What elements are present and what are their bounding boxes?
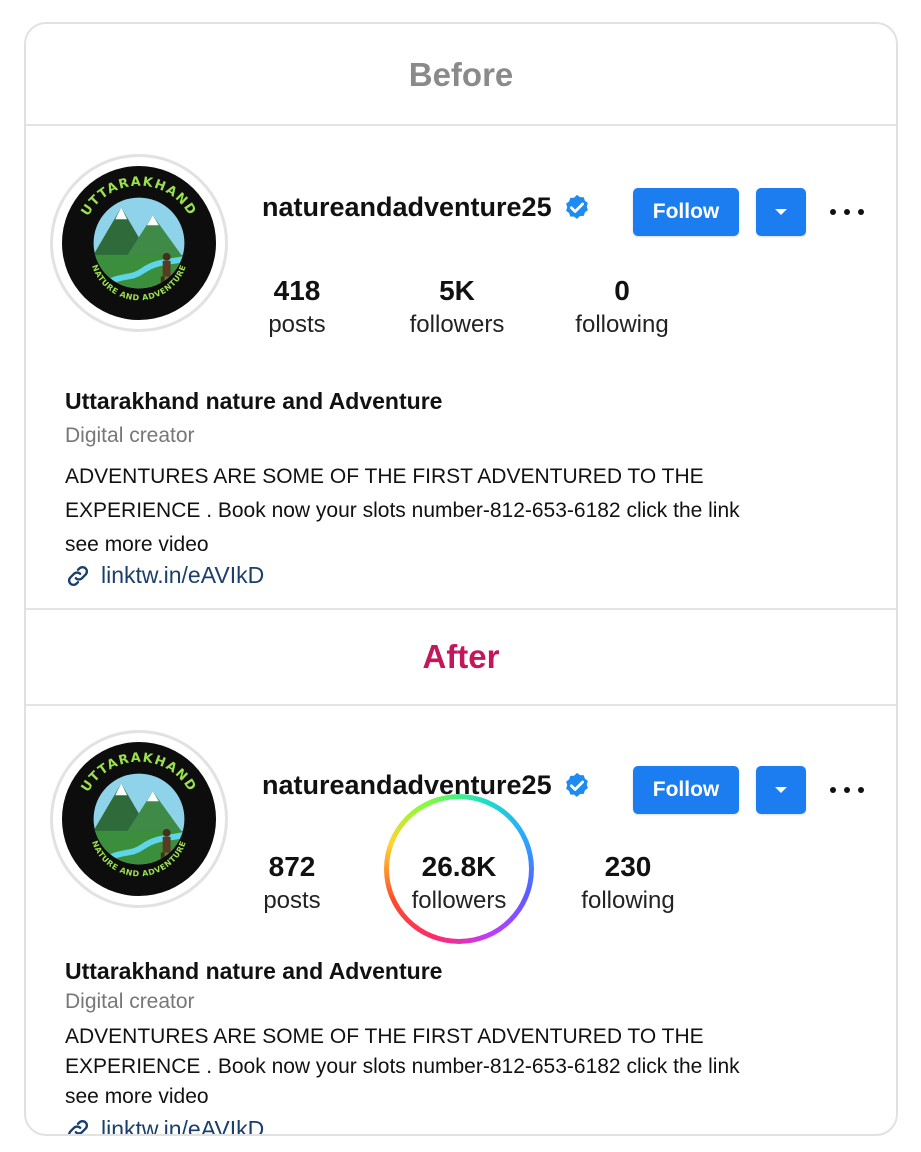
profile-avatar[interactable]: UTTARAKHAND NATURE AND ADVENTURE: [50, 154, 228, 332]
posts-label: posts: [268, 311, 326, 338]
bio-line: ADVENTURES ARE SOME OF THE FIRST ADVENTU…: [65, 1025, 704, 1048]
after-header: After: [422, 638, 500, 675]
after-profile: UTTARAKHAND NATURE AND ADVENTURE naturea…: [26, 706, 896, 1136]
username-text: natureandadventure25: [262, 770, 552, 800]
more-options-icon[interactable]: [830, 780, 864, 800]
profile-link[interactable]: linktw.in/eAVIkD: [65, 1116, 265, 1136]
follow-button[interactable]: Follow: [633, 766, 739, 814]
following-label: following: [581, 887, 675, 914]
profile-category: Digital creator: [65, 424, 195, 447]
suggested-dropdown-button[interactable]: [756, 188, 806, 236]
uttarakhand-logo: UTTARAKHAND NATURE AND ADVENTURE: [61, 741, 217, 897]
bio-line: ADVENTURES ARE SOME OF THE FIRST ADVENTU…: [65, 465, 704, 488]
bio-line: see more video: [65, 533, 209, 556]
profile-avatar[interactable]: UTTARAKHAND NATURE AND ADVENTURE: [50, 730, 228, 908]
posts-label: posts: [263, 887, 321, 914]
bio-line: see more video: [65, 1085, 209, 1108]
profile-bio: ADVENTURES ARE SOME OF THE FIRST ADVENTU…: [65, 1022, 825, 1112]
link-chain-icon: [67, 565, 89, 586]
followers-label: followers: [411, 887, 507, 914]
link-text: linktw.in/eAVIkD: [101, 1116, 265, 1136]
before-profile: UTTARAKHAND NATURE AND ADVENTURE naturea…: [26, 126, 896, 608]
comparison-card: Before UTTARAKHAND NATURE AND ADVENTURE …: [24, 22, 898, 1136]
username-text: natureandadventure25: [262, 192, 552, 222]
profile-full-name: Uttarakhand nature and Adventure: [65, 958, 443, 984]
following-count: 230: [604, 851, 652, 882]
bio-line: EXPERIENCE . Book now your slots number-…: [65, 499, 740, 522]
followers-count: 5K: [439, 275, 475, 306]
link-text: linktw.in/eAVIkD: [101, 562, 265, 588]
link-chain-icon: [67, 1119, 89, 1134]
bio-line: EXPERIENCE . Book now your slots number-…: [65, 1055, 740, 1078]
more-options-icon[interactable]: [830, 202, 864, 222]
verified-badge-icon: [565, 194, 588, 219]
verified-badge-icon: [565, 772, 588, 797]
divider: [26, 608, 896, 610]
suggested-dropdown-button[interactable]: [756, 766, 806, 814]
stat-posts[interactable]: 418 posts: [222, 274, 372, 342]
followers-count: 26.8K: [421, 851, 497, 882]
posts-count: 418: [273, 275, 321, 306]
profile-link[interactable]: linktw.in/eAVIkD: [65, 562, 264, 589]
followers-label: followers: [409, 311, 505, 338]
profile-username: natureandadventure25: [262, 192, 592, 223]
chevron-down-icon: [775, 209, 787, 215]
chevron-down-icon: [775, 787, 787, 793]
follow-button[interactable]: Follow: [633, 188, 739, 236]
stat-followers[interactable]: 26.8K followers: [384, 850, 534, 918]
stat-following[interactable]: 230 following: [553, 850, 703, 918]
profile-username: natureandadventure25: [262, 770, 592, 801]
profile-full-name: Uttarakhand nature and Adventure: [65, 388, 443, 414]
posts-count: 872: [268, 851, 316, 882]
stat-following[interactable]: 0 following: [547, 274, 697, 342]
profile-bio: ADVENTURES ARE SOME OF THE FIRST ADVENTU…: [65, 460, 825, 562]
following-label: following: [575, 311, 669, 338]
stat-followers[interactable]: 5K followers: [382, 274, 532, 342]
profile-category: Digital creator: [65, 990, 195, 1013]
following-count: 0: [614, 275, 630, 306]
stat-posts[interactable]: 872 posts: [217, 850, 367, 918]
uttarakhand-logo: UTTARAKHAND NATURE AND ADVENTURE: [61, 165, 217, 321]
before-header: Before: [408, 56, 514, 93]
